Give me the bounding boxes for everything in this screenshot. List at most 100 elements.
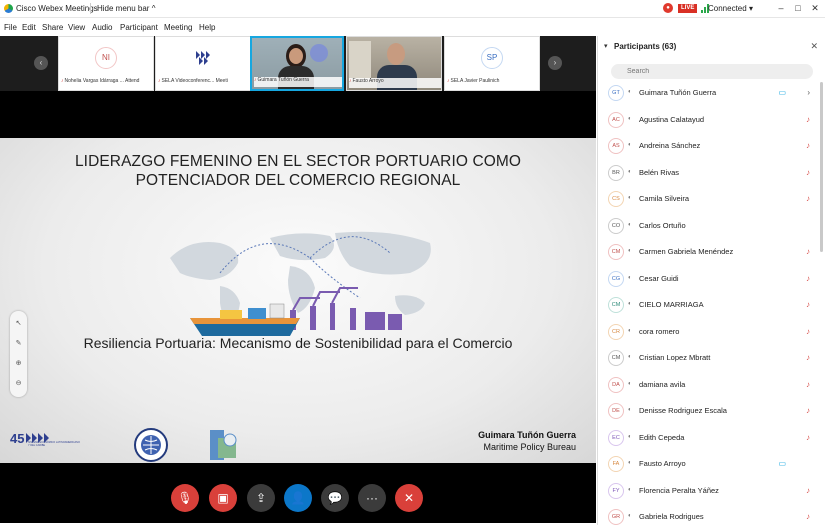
- zoom-out-icon[interactable]: ⊖: [14, 379, 23, 388]
- video-tile[interactable]: SP ♪SELA Javier Paulinich: [444, 36, 540, 91]
- participant-row[interactable]: GT ◐ Guimara Tuñón Guerra ▭ ›: [598, 80, 825, 107]
- pen-tool-icon[interactable]: ✎: [14, 339, 23, 348]
- participant-row[interactable]: DA ◐ damiana avila ♪: [598, 372, 825, 399]
- participants-button[interactable]: 👤: [284, 484, 312, 512]
- avatar: AS: [608, 138, 624, 154]
- mute-button[interactable]: 🎙: [171, 484, 199, 512]
- avatar: EC: [608, 429, 624, 446]
- leave-meeting-button[interactable]: ✕: [395, 484, 423, 512]
- participant-row[interactable]: AS ◐ Andreina Sánchez ♪: [598, 133, 825, 160]
- avatar: BR: [608, 164, 624, 181]
- menu-help[interactable]: Help: [199, 23, 215, 32]
- share-button[interactable]: ⇪: [247, 484, 275, 512]
- video-tile-active-speaker[interactable]: ♪Guimara Tuñón Guerra: [250, 36, 344, 91]
- chevron-right-icon[interactable]: ›: [807, 88, 810, 97]
- zoom-in-icon[interactable]: ⊕: [14, 359, 23, 368]
- live-badge: LIVE: [678, 4, 698, 13]
- menu-file[interactable]: File: [4, 23, 17, 32]
- participant-row[interactable]: FY ◐ Florencia Peralta Yáñez ♪: [598, 478, 825, 505]
- connection-status[interactable]: Connected ▾: [708, 4, 753, 13]
- tile-name: Guimara Tuñón Guerra: [257, 77, 309, 83]
- participant-face: [387, 43, 405, 65]
- menu-meeting[interactable]: Meeting: [164, 23, 192, 32]
- pointer-tool-icon[interactable]: ↖: [14, 319, 23, 328]
- participant-search-input[interactable]: [611, 64, 813, 79]
- mic-muted-icon[interactable]: ♪: [806, 380, 810, 389]
- participant-row[interactable]: EC ◐ Edith Cepeda ♪: [598, 425, 825, 452]
- menu-edit[interactable]: Edit: [22, 23, 36, 32]
- tile-label: ♪Guimara Tuñón Guerra: [254, 77, 342, 87]
- mic-muted-icon[interactable]: ♪: [806, 353, 810, 362]
- participants-header: ▾ Participants (63) ✕: [598, 36, 825, 58]
- connection-signal-icon: [701, 3, 709, 13]
- chat-button[interactable]: 💬: [321, 484, 349, 512]
- strip-next-button[interactable]: ›: [548, 56, 562, 70]
- menu-participant[interactable]: Participant: [120, 23, 158, 32]
- slide-subtitle: Resiliencia Portuaria: Mecanismo de Sost…: [83, 335, 513, 351]
- chevron-down-icon: ▾: [748, 4, 753, 13]
- avatar: FY: [608, 482, 624, 499]
- participant-row[interactable]: FA ◐ Fausto Arroyo ▭: [598, 451, 825, 478]
- video-tile[interactable]: NI ♪Nohelia Vargas Idárraga ... Attend: [58, 36, 154, 91]
- camera-on-icon: ▭: [778, 459, 786, 468]
- minimize-button[interactable]: –: [774, 1, 788, 15]
- tile-label: ♪SELA Videoconferenc... Meeti: [158, 78, 250, 88]
- video-tile[interactable]: ♪SELA Videoconferenc... Meeti: [155, 36, 251, 91]
- collapse-panel-icon[interactable]: ▾: [604, 42, 608, 50]
- participant-row[interactable]: CO ◐ Carlos Ortuño: [598, 213, 825, 240]
- menu-audio[interactable]: Audio: [92, 23, 112, 32]
- participant-row[interactable]: CM ◐ Carmen Gabriela Menéndez ♪: [598, 239, 825, 266]
- avatar: GR: [608, 509, 624, 525]
- mic-muted-icon[interactable]: ♪: [806, 194, 810, 203]
- participant-row[interactable]: GR ◐ Gabriela Rodrigues ♪: [598, 504, 825, 525]
- mic-muted-icon[interactable]: ♪: [806, 274, 810, 283]
- participant-row[interactable]: BR ◐ Belén Rivas ♪: [598, 160, 825, 187]
- participants-title: Participants (63): [614, 42, 677, 51]
- mic-muted-icon[interactable]: ♪: [806, 247, 810, 256]
- menu-share[interactable]: Share: [42, 23, 63, 32]
- participant-name: Denisse Rodriguez Escala: [639, 406, 727, 415]
- mic-muted-icon[interactable]: ♪: [806, 115, 810, 124]
- close-window-button[interactable]: ✕: [808, 1, 822, 15]
- maximize-button[interactable]: □: [791, 1, 805, 15]
- avatar: FA: [608, 456, 624, 472]
- mic-muted-icon: ♪: [447, 78, 450, 84]
- stop-video-button[interactable]: ▣: [209, 484, 237, 512]
- sela-org-name: SISTEMA ECONÓMICO LATINOAMERICANO Y DEL …: [28, 441, 80, 447]
- strip-prev-button[interactable]: ‹: [34, 56, 48, 70]
- participant-row[interactable]: CG ◐ Cesar Guidi ♪: [598, 266, 825, 293]
- avatar: GT: [608, 85, 624, 101]
- shared-content-area: LIDERAZGO FEMENINO EN EL SECTOR PORTUARI…: [0, 91, 596, 523]
- avatar: AC: [608, 111, 624, 128]
- sela-logo-icon: [196, 51, 210, 65]
- mic-muted-icon[interactable]: ♪: [806, 141, 810, 150]
- participant-row[interactable]: AC ◐ Agustina Calatayud ♪: [598, 107, 825, 134]
- hide-menu-bar-button[interactable]: Hide menu bar ^: [97, 4, 155, 13]
- video-tile[interactable]: ♪Fausto Arroyo: [346, 36, 442, 91]
- participant-row[interactable]: CR ◐ cora romero ♪: [598, 319, 825, 346]
- participant-name: Agustina Calatayud: [639, 114, 705, 124]
- mic-muted-icon[interactable]: ♪: [806, 168, 810, 177]
- mic-muted-icon[interactable]: ♪: [806, 512, 810, 521]
- participant-row[interactable]: CM ◐ Cristian Lopez Mbratt ♪: [598, 345, 825, 372]
- avatar: CR: [608, 323, 624, 340]
- mic-muted-icon[interactable]: ♪: [806, 433, 810, 442]
- mic-muted-icon[interactable]: ♪: [806, 486, 810, 495]
- mic-muted-icon[interactable]: ♪: [806, 406, 810, 415]
- tile-name: SELA Javier Paulinich: [450, 78, 500, 84]
- participant-name: CIELO MARRIAGA: [639, 300, 704, 309]
- avatar: CM: [608, 350, 624, 366]
- mic-muted-icon[interactable]: ♪: [806, 300, 810, 309]
- menu-view[interactable]: View: [68, 23, 85, 32]
- participant-row[interactable]: DE ◐ Denisse Rodriguez Escala ♪: [598, 398, 825, 425]
- more-options-button[interactable]: ···: [358, 484, 386, 512]
- mic-muted-icon[interactable]: ♪: [806, 327, 810, 336]
- close-panel-button[interactable]: ✕: [810, 41, 818, 52]
- participant-row[interactable]: CS ◐ Camila Silveira ♪: [598, 186, 825, 213]
- participant-name: Andreina Sánchez: [639, 141, 701, 150]
- participant-row[interactable]: CM ◐ CIELO MARRIAGA ♪: [598, 292, 825, 319]
- world-map-illustration: [170, 231, 431, 336]
- audio-connection-icon: ◐: [628, 354, 632, 360]
- presenter-organization: Maritime Policy Bureau: [483, 442, 576, 452]
- avatar: CS: [608, 191, 624, 207]
